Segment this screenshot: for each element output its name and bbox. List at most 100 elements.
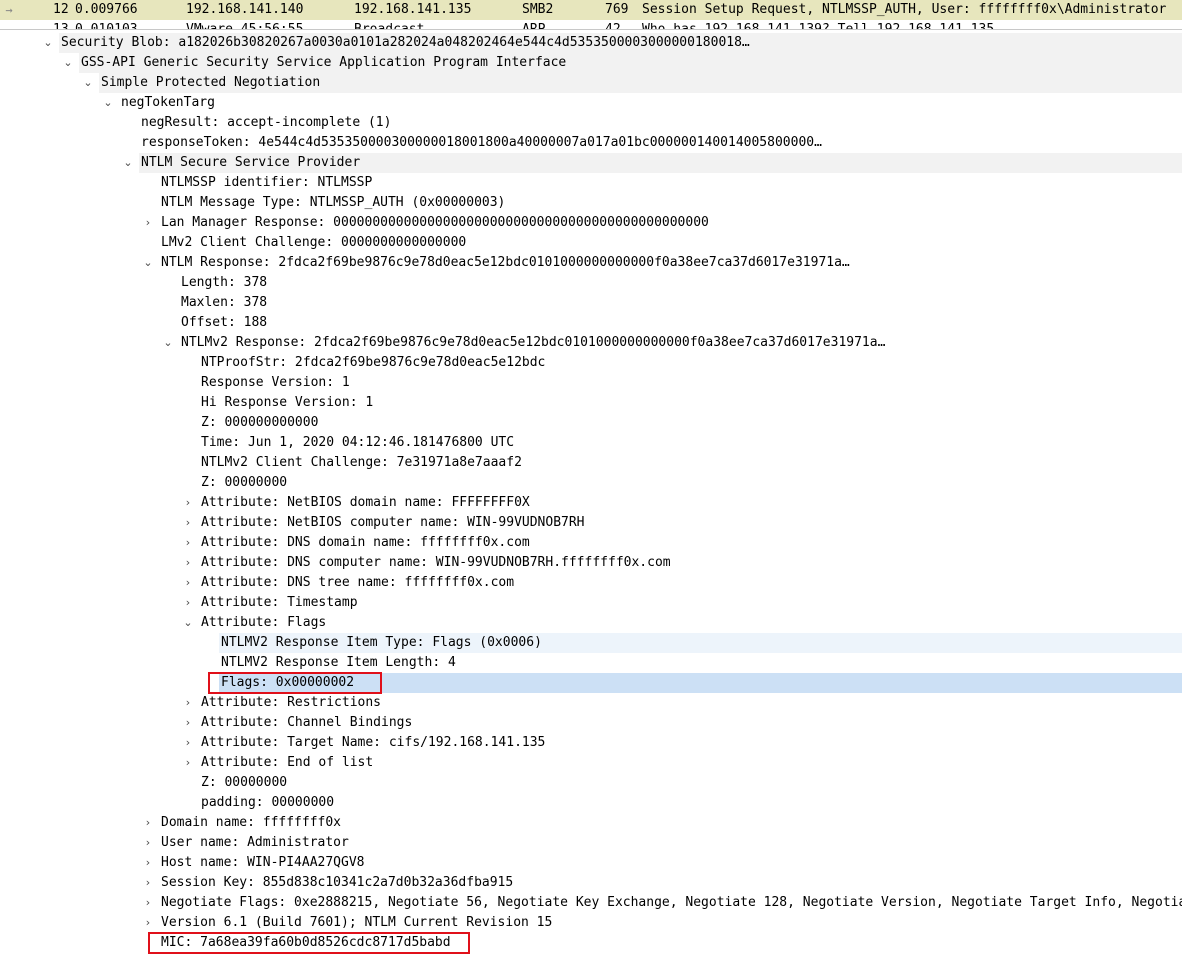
tree-row-time[interactable]: Time: Jun 1, 2020 04:12:46.181476800 UTC [0, 433, 1182, 453]
tree-row-label: NTLM Message Type: NTLMSSP_AUTH (0x00000… [161, 195, 506, 210]
tree-row-ntlmv2-response[interactable]: ⌄ NTLMv2 Response: 2fdca2f69be9876c9e78d0… [0, 333, 1182, 353]
collapse-arrow-icon[interactable]: › [142, 853, 154, 873]
expand-arrow-icon[interactable]: ⌄ [82, 73, 94, 93]
tree-row-security-blob[interactable]: ⌄ Security Blob: a182026b30820267a0030a01… [0, 33, 1182, 53]
tree-row-label: Domain name: ffffffff0x [161, 815, 342, 830]
collapse-arrow-icon[interactable]: › [142, 893, 154, 913]
tree-row-response-version[interactable]: Response Version: 1 [0, 373, 1182, 393]
packet-marker-icon: → [5, 3, 13, 17]
packet-time: 0.010103 [75, 22, 138, 30]
tree-row-item-length[interactable]: NTLMV2 Response Item Length: 4 [0, 653, 1182, 673]
tree-row-label: GSS-API Generic Security Service Applica… [81, 55, 567, 70]
expand-arrow-icon[interactable]: ⌄ [42, 33, 54, 53]
tree-row-ntlmssp-identifier[interactable]: NTLMSSP identifier: NTLMSSP [0, 173, 1182, 193]
packet-row-selected[interactable]: → 12 0.009766 192.168.141.140 192.168.14… [0, 0, 1182, 20]
packet-protocol: ARP [522, 22, 546, 30]
packet-source: VMware_45:56:55 [186, 22, 304, 30]
tree-row-hi-response-version[interactable]: Hi Response Version: 1 [0, 393, 1182, 413]
tree-row-attr-timestamp[interactable]: › Attribute: Timestamp [0, 593, 1182, 613]
tree-row-mic[interactable]: MIC: 7a68ea39fa60b0d8526cdc8717d5babd [0, 933, 1182, 953]
packet-length: 42 [605, 22, 621, 30]
packet-time: 0.009766 [75, 2, 138, 17]
collapse-arrow-icon[interactable]: › [182, 573, 194, 593]
packet-info: Who has 192.168.141.139? Tell 192.168.14… [642, 22, 995, 30]
tree-row-label: Length: 378 [181, 275, 268, 290]
tree-row-attr-flags[interactable]: ⌄ Attribute: Flags [0, 613, 1182, 633]
tree-row-spnego[interactable]: ⌄ Simple Protected Negotiation [0, 73, 1182, 93]
tree-row-flags-value[interactable]: Flags: 0x00000002 [0, 673, 1182, 693]
tree-row-label: negResult: accept-incomplete (1) [141, 115, 392, 130]
collapse-arrow-icon[interactable]: › [182, 713, 194, 733]
tree-row-length[interactable]: Length: 378 [0, 273, 1182, 293]
expand-arrow-icon[interactable]: ⌄ [102, 93, 114, 113]
packet-details-tree[interactable]: ⌄ Security Blob: a182026b30820267a0030a01… [0, 33, 1182, 953]
collapse-arrow-icon[interactable]: › [142, 813, 154, 833]
tree-row-attr-end-of-list[interactable]: › Attribute: End of list [0, 753, 1182, 773]
collapse-arrow-icon[interactable]: › [182, 553, 194, 573]
expand-arrow-icon[interactable]: ⌄ [122, 153, 134, 173]
tree-row-label: Attribute: Target Name: cifs/192.168.141… [201, 735, 546, 750]
tree-row-ntlmv2-client-challenge[interactable]: NTLMv2 Client Challenge: 7e31971a8e7aaaf… [0, 453, 1182, 473]
tree-row-label: Time: Jun 1, 2020 04:12:46.181476800 UTC [201, 435, 515, 450]
expand-arrow-icon[interactable]: ⌄ [182, 613, 194, 633]
tree-row-label: NTLMv2 Client Challenge: 7e31971a8e7aaaf… [201, 455, 522, 470]
collapse-arrow-icon[interactable]: › [182, 693, 194, 713]
tree-row-attr-dns-computer[interactable]: › Attribute: DNS computer name: WIN-99VUD… [0, 553, 1182, 573]
tree-row-attr-netbios-computer[interactable]: › Attribute: NetBIOS computer name: WIN-9… [0, 513, 1182, 533]
expand-arrow-icon[interactable]: ⌄ [142, 253, 154, 273]
packet-destination: Broadcast [354, 22, 425, 30]
tree-row-item-type[interactable]: NTLMV2 Response Item Type: Flags (0x0006… [0, 633, 1182, 653]
tree-row-label: Simple Protected Negotiation [101, 75, 321, 90]
tree-row-label: NTLMv2 Response: 2fdca2f69be9876c9e78d0e… [181, 335, 886, 350]
tree-row-ntproofstr[interactable]: NTProofStr: 2fdca2f69be9876c9e78d0eac5e1… [0, 353, 1182, 373]
tree-row-padding[interactable]: padding: 00000000 [0, 793, 1182, 813]
tree-row-z3[interactable]: Z: 00000000 [0, 773, 1182, 793]
tree-row-host-name[interactable]: › Host name: WIN-PI4AA27QGV8 [0, 853, 1182, 873]
tree-row-responsetoken[interactable]: responseToken: 4e544c4d53535000030000001… [0, 133, 1182, 153]
tree-row-negresult[interactable]: negResult: accept-incomplete (1) [0, 113, 1182, 133]
tree-row-offset[interactable]: Offset: 188 [0, 313, 1182, 333]
packet-row[interactable]: 13 0.010103 VMware_45:56:55 Broadcast AR… [0, 20, 1182, 30]
expand-arrow-icon[interactable]: ⌄ [62, 53, 74, 73]
tree-row-attr-netbios-domain[interactable]: › Attribute: NetBIOS domain name: FFFFFFF… [0, 493, 1182, 513]
tree-row-z2[interactable]: Z: 00000000 [0, 473, 1182, 493]
tree-row-ntlm-response[interactable]: ⌄ NTLM Response: 2fdca2f69be9876c9e78d0ea… [0, 253, 1182, 273]
tree-row-label: Attribute: Timestamp [201, 595, 358, 610]
tree-row-session-key[interactable]: › Session Key: 855d838c10341c2a7d0b32a36d… [0, 873, 1182, 893]
tree-row-attr-channel-bindings[interactable]: › Attribute: Channel Bindings [0, 713, 1182, 733]
tree-row-negotiate-flags[interactable]: › Negotiate Flags: 0xe2888215, Negotiate … [0, 893, 1182, 913]
packet-no: 12 [53, 2, 69, 17]
tree-row-ntlmssp[interactable]: ⌄ NTLM Secure Service Provider [0, 153, 1182, 173]
tree-row-z1[interactable]: Z: 000000000000 [0, 413, 1182, 433]
tree-row-label: Lan Manager Response: 000000000000000000… [161, 215, 709, 230]
collapse-arrow-icon[interactable]: › [182, 753, 194, 773]
tree-row-attr-target-name[interactable]: › Attribute: Target Name: cifs/192.168.14… [0, 733, 1182, 753]
tree-row-version[interactable]: › Version 6.1 (Build 7601); NTLM Current … [0, 913, 1182, 933]
collapse-arrow-icon[interactable]: › [142, 833, 154, 853]
collapse-arrow-icon[interactable]: › [182, 593, 194, 613]
tree-row-attr-dns-tree[interactable]: › Attribute: DNS tree name: ffffffff0x.co… [0, 573, 1182, 593]
collapse-arrow-icon[interactable]: › [142, 873, 154, 893]
tree-row-label: Hi Response Version: 1 [201, 395, 374, 410]
tree-row-maxlen[interactable]: Maxlen: 378 [0, 293, 1182, 313]
collapse-arrow-icon[interactable]: › [142, 913, 154, 933]
tree-row-label: NTProofStr: 2fdca2f69be9876c9e78d0eac5e1… [201, 355, 546, 370]
tree-row-lmv2-client-challenge[interactable]: LMv2 Client Challenge: 0000000000000000 [0, 233, 1182, 253]
tree-row-user-name[interactable]: › User name: Administrator [0, 833, 1182, 853]
collapse-arrow-icon[interactable]: › [182, 533, 194, 553]
tree-row-label: Attribute: NetBIOS domain name: FFFFFFFF… [201, 495, 530, 510]
collapse-arrow-icon[interactable]: › [182, 733, 194, 753]
packet-list[interactable]: → 12 0.009766 192.168.141.140 192.168.14… [0, 0, 1182, 30]
expand-arrow-icon[interactable]: ⌄ [162, 333, 174, 353]
tree-row-attr-dns-domain[interactable]: › Attribute: DNS domain name: ffffffff0x.… [0, 533, 1182, 553]
collapse-arrow-icon[interactable]: › [182, 513, 194, 533]
packet-destination: 192.168.141.135 [354, 2, 472, 17]
collapse-arrow-icon[interactable]: › [182, 493, 194, 513]
tree-row-ntlm-message-type[interactable]: NTLM Message Type: NTLMSSP_AUTH (0x00000… [0, 193, 1182, 213]
collapse-arrow-icon[interactable]: › [142, 213, 154, 233]
tree-row-domain-name[interactable]: › Domain name: ffffffff0x [0, 813, 1182, 833]
tree-row-negtokentarg[interactable]: ⌄ negTokenTarg [0, 93, 1182, 113]
tree-row-gss-api[interactable]: ⌄ GSS-API Generic Security Service Applic… [0, 53, 1182, 73]
tree-row-attr-restrictions[interactable]: › Attribute: Restrictions [0, 693, 1182, 713]
tree-row-lan-manager-response[interactable]: › Lan Manager Response: 00000000000000000… [0, 213, 1182, 233]
